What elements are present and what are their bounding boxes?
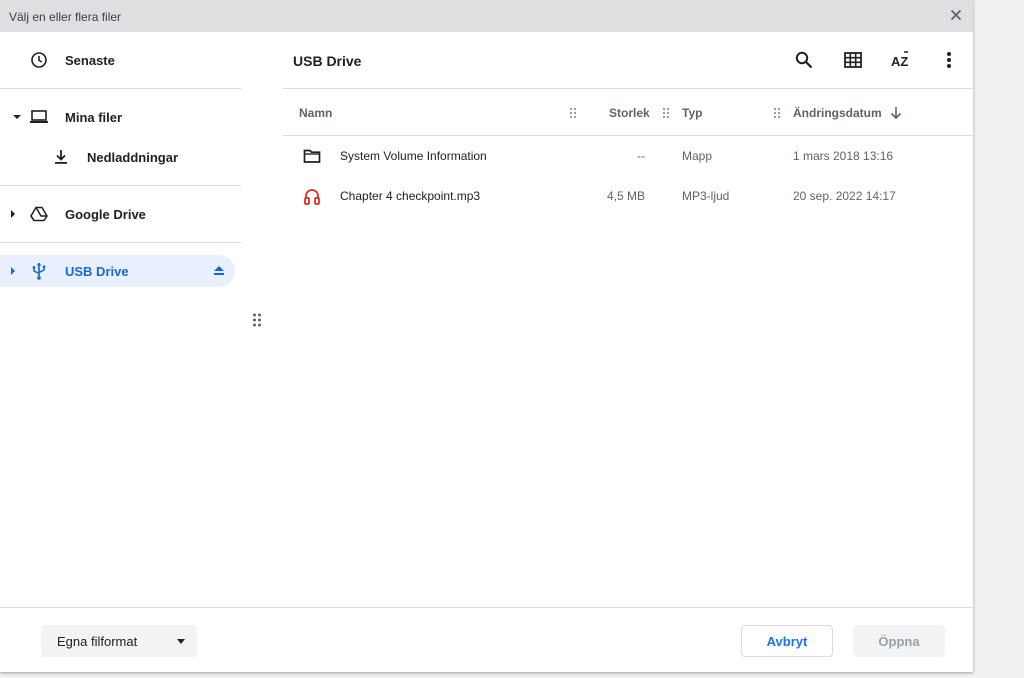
audio-file-icon [303,188,321,206]
sidebar-item-label: USB Drive [65,264,129,279]
folder-icon [303,148,321,166]
search-icon[interactable] [792,48,816,72]
content-header: USB Drive AZ [283,32,973,88]
file-modified: 1 mars 2018 13:16 [793,149,894,163]
sort-az-icon[interactable]: AZ [889,48,913,72]
sidebar-item-label: Senaste [65,53,115,68]
clock-icon [29,50,49,70]
eject-icon[interactable] [211,263,227,279]
column-header-type[interactable]: Typ [682,106,702,120]
file-list-header: Namn Storlek Typ Ändringsdatum [283,88,973,136]
table-row[interactable]: Chapter 4 checkpoint.mp3 4,5 MB MP3-ljud… [283,176,973,216]
sidebar-item-label: Google Drive [65,207,146,222]
sidebar-item-usb-drive[interactable]: USB Drive [0,255,235,287]
column-resize-icon[interactable] [569,107,577,119]
grid-view-icon[interactable] [841,48,865,72]
column-header-size[interactable]: Storlek [609,106,650,120]
sidebar-item-my-files[interactable]: Mina filer [0,101,235,133]
sidebar-item-label: Nedladdningar [87,150,179,165]
file-size: -- [637,149,645,163]
dialog-footer: Egna filformat Avbryt Öppna [0,607,973,673]
close-icon[interactable] [947,6,965,24]
svg-text:AZ: AZ [891,54,908,69]
file-type-select-value: Egna filformat [57,634,138,649]
sidebar-item-recent[interactable]: Senaste [0,44,235,76]
column-resize-icon[interactable] [662,107,670,119]
open-button[interactable]: Öppna [853,625,945,657]
expand-arrow-icon[interactable] [11,210,15,218]
expand-arrow-icon[interactable] [13,115,21,119]
column-resize-icon[interactable] [773,107,781,119]
file-type: MP3-ljud [682,189,730,203]
sort-descending-icon[interactable] [890,106,902,123]
sidebar-item-label: Mina filer [65,110,123,125]
file-name: Chapter 4 checkpoint.mp3 [340,189,481,203]
breadcrumb[interactable]: USB Drive [293,53,361,69]
sidebar-resize-handle-icon[interactable] [252,312,262,328]
file-picker-dialog: Välj en eller flera filer Senaste Mina f… [0,0,973,672]
file-modified: 20 sep. 2022 14:17 [793,189,896,203]
sidebar-item-google-drive[interactable]: Google Drive [0,198,235,230]
file-name: System Volume Information [340,149,487,163]
file-type: Mapp [682,149,713,163]
sidebar-divider [0,88,241,89]
column-header-name[interactable]: Namn [299,106,332,120]
file-type-select[interactable]: Egna filformat [41,625,197,657]
download-icon [51,147,71,167]
sidebar-divider [0,242,241,243]
sidebar-item-downloads[interactable]: Nedladdningar [0,141,235,173]
chevron-down-icon [177,639,185,644]
more-options-icon[interactable] [937,48,961,72]
laptop-icon [29,107,49,127]
sidebar-divider [0,185,241,186]
file-size: 4,5 MB [606,189,645,203]
column-header-modified[interactable]: Ändringsdatum [793,106,882,120]
table-row[interactable]: System Volume Information -- Mapp 1 mars… [283,136,973,176]
title-bar: Välj en eller flera filer [0,0,973,32]
expand-arrow-icon[interactable] [11,267,15,275]
usb-icon [29,261,49,281]
dialog-title: Välj en eller flera filer [9,10,122,24]
google-drive-icon [29,204,49,224]
sidebar: Senaste Mina filer Nedladdningar Google … [0,32,245,607]
cancel-button[interactable]: Avbryt [741,625,833,657]
